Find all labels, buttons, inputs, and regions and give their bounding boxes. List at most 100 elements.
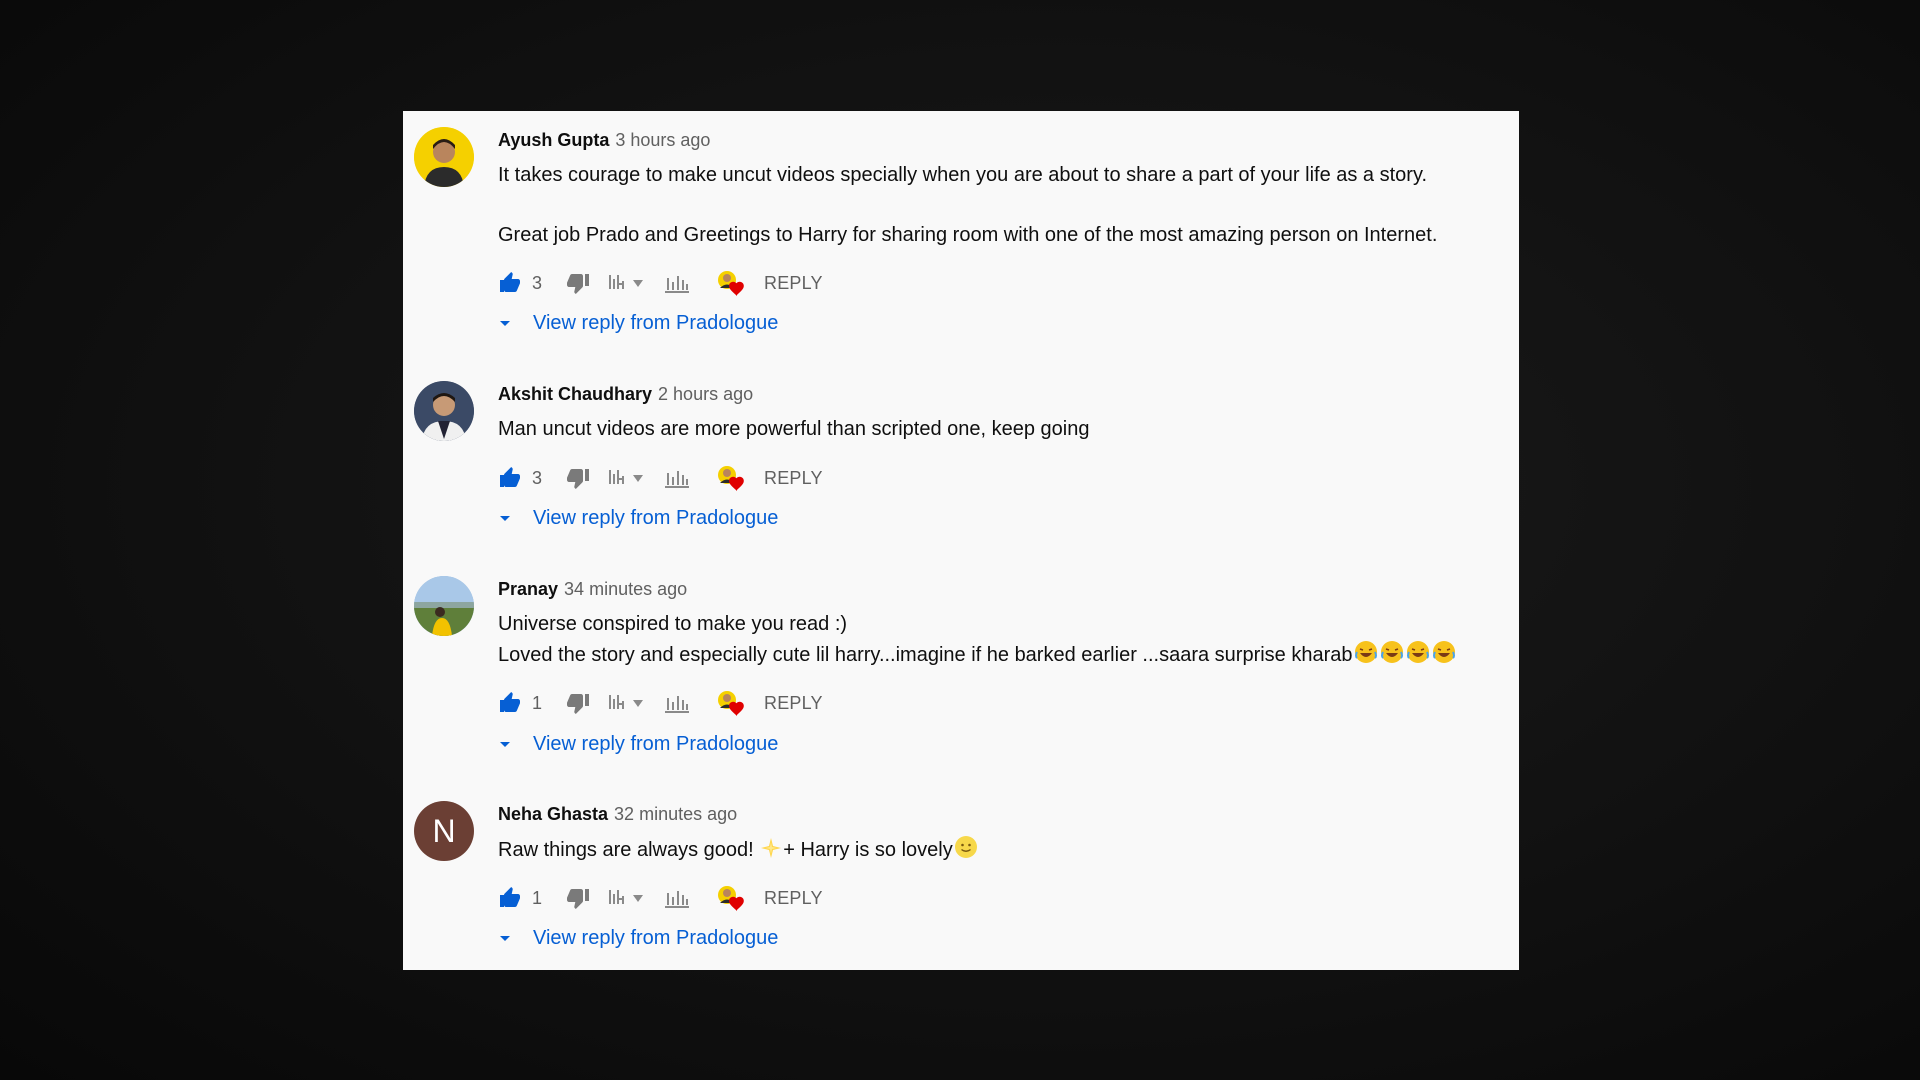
like-button[interactable]: 1 [498,691,556,715]
tb-icon [609,695,643,709]
timestamp[interactable]: 32 minutes ago [614,804,737,824]
dislike-button[interactable] [566,886,590,910]
caret-down-icon [500,742,510,747]
tb-icon [609,470,643,484]
comment-header: Ayush Gupta 3 hours ago [498,129,710,151]
avatar[interactable] [414,381,474,441]
comment-line: It takes courage to make uncut videos sp… [498,164,1428,186]
thumbs-down-icon [567,469,589,489]
creator-heart[interactable] [716,884,746,912]
comment-line-text: Loved the story and especially cute lil … [498,644,1353,666]
view-replies-button[interactable]: View reply from Pradologue [493,506,778,530]
smiling-face-icon [954,836,977,858]
thumbs-up-icon [500,887,520,907]
comment-line: Great job Prado and Greetings to Harry f… [498,224,1438,246]
action-bar: 1 REPLY [498,883,823,913]
view-reply-label: View reply from Pradologue [533,926,779,949]
extension-tb-button[interactable] [606,272,648,294]
action-bar: 1 REPLY [498,688,823,718]
reply-button[interactable]: REPLY [764,693,823,714]
creator-heart[interactable] [716,464,746,492]
action-bar: 3 REPLY [498,268,823,298]
thumbs-down-icon [567,694,589,714]
caret-down-icon [500,936,510,941]
comment-text: Universe conspired to make you read :) L… [498,609,1457,670]
thumbs-up-icon [500,692,520,712]
comment-line: Man uncut videos are more powerful than … [498,418,1090,440]
view-replies-button[interactable]: View reply from Pradologue [493,732,778,756]
reply-button[interactable]: REPLY [764,273,823,294]
heart-icon [718,691,744,716]
timestamp[interactable]: 3 hours ago [615,130,710,150]
avatar-initial: N [432,812,456,849]
sparkle-star-icon [761,838,782,858]
like-count: 3 [532,272,543,293]
extension-tb-button[interactable] [606,692,648,714]
thumbs-up-icon [500,272,520,292]
author-name[interactable]: Ayush Gupta [498,130,609,150]
heart-icon [718,271,744,296]
bar-chart-icon [665,471,689,488]
avatar[interactable]: N [414,801,474,861]
heart-icon [718,886,744,911]
creator-heart[interactable] [716,689,746,717]
comment-line: Loved the story and especially cute lil … [498,639,1457,670]
view-replies-button[interactable]: View reply from Pradologue [493,926,778,950]
comment-line: Universe conspired to make you read :) [498,613,848,635]
laughing-emoji-icon [1406,641,1429,663]
like-button[interactable]: 3 [498,271,556,295]
laughing-emoji-icon [1432,641,1455,663]
view-reply-label: View reply from Pradologue [533,506,779,529]
comment-header: Neha Ghasta 32 minutes ago [498,803,737,825]
view-reply-label: View reply from Pradologue [533,311,779,334]
dislike-button[interactable] [566,691,590,715]
caret-down-icon [500,516,510,521]
thumbs-down-icon [567,889,589,909]
like-button[interactable]: 3 [498,466,556,490]
author-name[interactable]: Pranay [498,579,558,599]
like-button[interactable]: 1 [498,886,556,910]
stats-button[interactable] [664,467,690,489]
comments-panel: Ayush Gupta 3 hours ago It takes courage … [403,111,1519,970]
comment-text: Raw things are always good! + Harry is s… [498,834,979,865]
stats-button[interactable] [664,887,690,909]
tb-icon [609,890,643,904]
bar-chart-icon [665,276,689,293]
like-count: 3 [532,467,543,488]
comment-header: Pranay 34 minutes ago [498,578,687,600]
extension-tb-button[interactable] [606,467,648,489]
creator-heart[interactable] [716,269,746,297]
like-count: 1 [532,887,543,908]
action-bar: 3 REPLY [498,463,823,493]
timestamp[interactable]: 2 hours ago [658,384,753,404]
laughing-emoji-icon [1354,641,1377,663]
laughing-emoji-group [1353,641,1457,666]
comment-text-part: + Harry is so lovely [783,839,953,861]
laughing-emoji-icon [1380,641,1403,663]
tb-icon [609,275,643,289]
reply-button[interactable]: REPLY [764,468,823,489]
bar-chart-icon [665,891,689,908]
comment-text: Man uncut videos are more powerful than … [498,414,1089,444]
author-name[interactable]: Akshit Chaudhary [498,384,652,404]
reply-button[interactable]: REPLY [764,888,823,909]
avatar[interactable] [414,127,474,187]
caret-down-icon [500,321,510,326]
timestamp[interactable]: 34 minutes ago [564,579,687,599]
author-name[interactable]: Neha Ghasta [498,804,608,824]
view-reply-label: View reply from Pradologue [533,732,779,755]
extension-tb-button[interactable] [606,887,648,909]
dislike-button[interactable] [566,271,590,295]
comment-line: Raw things are always good! + Harry is s… [498,834,979,865]
heart-icon [718,466,744,491]
view-replies-button[interactable]: View reply from Pradologue [493,311,778,335]
dislike-button[interactable] [566,466,590,490]
like-count: 1 [532,692,543,713]
bar-chart-icon [665,696,689,713]
thumbs-down-icon [567,274,589,294]
comment-text-part: Raw things are always good! [498,839,760,861]
stats-button[interactable] [664,692,690,714]
avatar[interactable] [414,576,474,636]
stats-button[interactable] [664,272,690,294]
comment-header: Akshit Chaudhary 2 hours ago [498,383,753,405]
